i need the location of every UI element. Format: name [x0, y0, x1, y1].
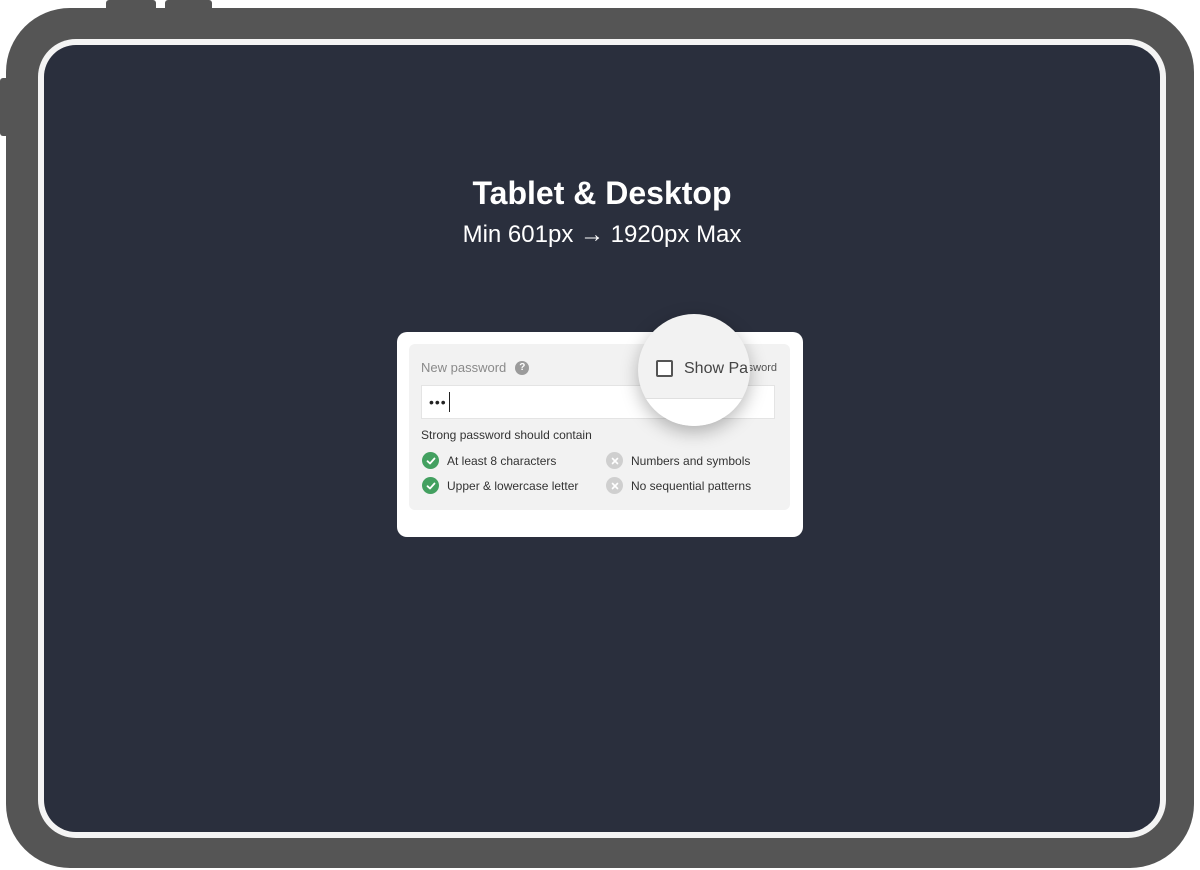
requirement-label: Numbers and symbols	[631, 453, 751, 468]
requirement-label: At least 8 characters	[447, 453, 557, 468]
requirement-label: No sequential patterns	[631, 478, 752, 493]
requirement-label: Upper & lowercase letter	[447, 478, 579, 493]
lens-input-edge	[638, 398, 750, 426]
page-subtitle: Min 601px → 1920px Max	[462, 221, 742, 248]
requirement-item: At least 8 characters	[422, 452, 606, 469]
magnifier-lens: Show Pa	[638, 314, 750, 426]
help-icon[interactable]: ?	[515, 360, 530, 375]
x-circle-icon	[606, 477, 623, 494]
check-circle-icon	[422, 452, 439, 469]
requirement-item: Numbers and symbols	[606, 452, 786, 469]
field-label-row: New password ?	[421, 360, 530, 375]
tablet-screen: Tablet & Desktop Min 601px → 1920px Max …	[44, 45, 1160, 832]
password-hint-title: Strong password should contain	[421, 428, 592, 442]
requirement-item: No sequential patterns	[606, 477, 786, 494]
show-password-label-tail[interactable]: sword	[748, 362, 777, 374]
requirements-list: At least 8 characters Numbers and symbol…	[422, 452, 786, 494]
show-password-checkbox[interactable]	[656, 360, 673, 377]
page-title: Tablet & Desktop	[472, 175, 732, 211]
password-value: •••	[429, 394, 447, 410]
text-caret	[448, 392, 450, 412]
requirement-item: Upper & lowercase letter	[422, 477, 606, 494]
new-password-label: New password	[421, 360, 507, 375]
show-password-label[interactable]: Show Pa	[684, 360, 748, 378]
x-circle-icon	[606, 452, 623, 469]
stage: Tablet & Desktop Min 601px → 1920px Max …	[0, 0, 1200, 870]
check-circle-icon	[422, 477, 439, 494]
